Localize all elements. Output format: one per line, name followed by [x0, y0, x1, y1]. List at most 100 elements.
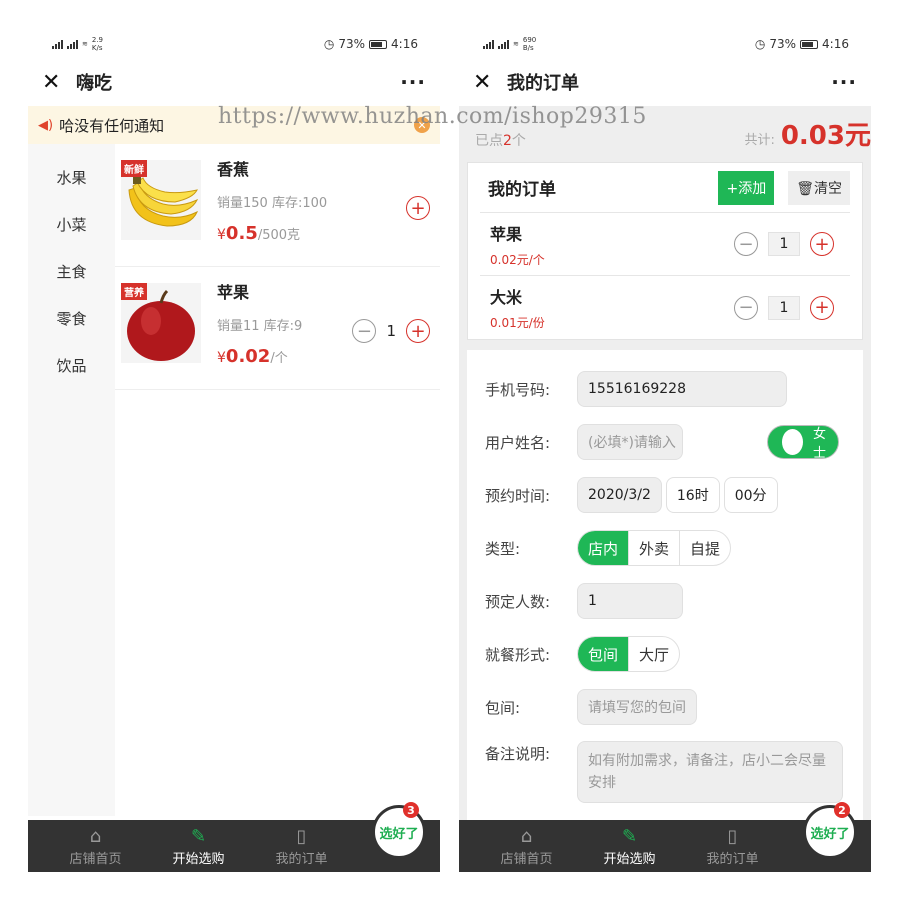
date-picker[interactable]: 2020/3/2: [577, 477, 662, 513]
goods-item-apple: 营养 苹果 销量11 库存:9 ¥0.02/个 − 1 +: [115, 267, 440, 390]
signal-icon: [52, 39, 63, 49]
quantity-input[interactable]: 1: [768, 295, 800, 320]
signal-icon: [67, 39, 78, 49]
hour-picker[interactable]: 16时: [665, 477, 720, 513]
category-item[interactable]: 主食: [28, 248, 115, 295]
goods-price: ¥0.02/个: [217, 346, 288, 367]
order-item: 苹果 0.02元/个 − 1 +: [480, 213, 850, 276]
add-button[interactable]: +添加: [718, 170, 775, 205]
notice-text: 哈没有任何通知: [59, 116, 165, 135]
close-icon[interactable]: ✕: [42, 70, 70, 95]
minus-button[interactable]: −: [734, 232, 758, 256]
cart-badge: 3: [403, 802, 419, 818]
type-option[interactable]: 外卖: [629, 531, 681, 565]
minus-button[interactable]: −: [352, 319, 377, 343]
order-card-title: 我的订单: [488, 180, 556, 200]
banana-image: 新鲜: [121, 160, 201, 240]
battery-percent: 73%: [338, 37, 366, 51]
name-field[interactable]: (必填*)请输入: [577, 424, 683, 460]
type-selector: 店内 外卖 自提: [577, 530, 732, 566]
plus-button[interactable]: +: [810, 232, 834, 256]
tab-start-shopping[interactable]: ✎ 开始选购: [147, 826, 250, 867]
clock: 4:16: [391, 37, 418, 51]
note-textarea[interactable]: 如有附加需求，请备注，店小二会尽量安排: [577, 741, 843, 803]
tab-my-orders[interactable]: ▯ 我的订单: [250, 826, 353, 867]
close-icon[interactable]: ✕: [473, 70, 501, 95]
quantity: 1: [386, 322, 396, 340]
document-icon: ▯: [296, 826, 307, 847]
cart-done-button[interactable]: 选好了 2: [803, 802, 857, 859]
time-label: 预约时间:: [485, 486, 551, 505]
trash-icon: 🗑: [796, 180, 814, 197]
wifi-icon: ≋: [82, 40, 88, 48]
wifi-icon: ≋: [513, 40, 519, 48]
dining-option[interactable]: 大厅: [629, 637, 679, 671]
home-icon: ⌂: [89, 826, 102, 847]
signal-icon: [498, 39, 509, 49]
add-button[interactable]: +: [406, 319, 430, 343]
page-title: 我的订单: [507, 73, 579, 94]
goods-price: ¥0.5/500克: [217, 223, 301, 244]
order-form: 手机号码: 15516169228 用户姓名: (必填*)请输入 女士 预约时间…: [467, 350, 863, 820]
tab-shop-home[interactable]: ⌂ 店铺首页: [475, 826, 578, 867]
clear-button[interactable]: 🗑清空: [788, 170, 850, 205]
alarm-icon: ◷: [323, 37, 335, 51]
title-bar: ✕ 我的订单 ···: [459, 58, 871, 106]
cart-badge: 2: [834, 802, 850, 818]
phone-label: 手机号码:: [485, 380, 551, 399]
type-option[interactable]: 店内: [578, 531, 630, 565]
more-menu-icon[interactable]: ···: [831, 70, 857, 94]
category-item[interactable]: 饮品: [28, 342, 115, 389]
battery-icon: [800, 39, 819, 49]
goods-stats: 销量150 库存:100: [217, 196, 328, 211]
tab-start-shopping[interactable]: ✎ 开始选购: [578, 826, 681, 867]
type-label: 类型:: [485, 539, 521, 558]
cart-done-button[interactable]: 选好了 3: [372, 802, 426, 859]
goods-list: 新鲜 香蕉 销量150 库存:100 ¥0.5/500克 + 营养 苹果 销量1…: [115, 144, 440, 816]
people-field[interactable]: 1: [577, 583, 683, 619]
title-bar: ✕ 嗨吃 ···: [28, 58, 440, 106]
dining-option[interactable]: 包间: [578, 637, 630, 671]
plus-button[interactable]: +: [810, 295, 834, 320]
edit-icon: ✎: [621, 826, 638, 847]
order-item: 大米 0.01元/份 − 1 +: [480, 276, 850, 339]
home-icon: ⌂: [520, 826, 533, 847]
battery-icon: [369, 39, 388, 49]
order-screen: ≋ 690 B/s ◷ 73% 4:16 ✕ 我的订单 ··· 已点2个 共计: 0…: [459, 30, 871, 872]
dining-selector: 包间 大厅: [577, 636, 681, 672]
name-label: 用户姓名:: [485, 433, 551, 452]
goods-name: 苹果: [217, 283, 250, 302]
order-item-name: 苹果: [490, 224, 523, 244]
quantity-input[interactable]: 1: [768, 232, 800, 256]
order-total: 共计: 0.03元: [744, 121, 871, 151]
status-bar: ≋ 2.9 K/s ◷ 73% 4:16: [28, 30, 440, 58]
type-option[interactable]: 自提: [680, 531, 730, 565]
add-button[interactable]: +: [406, 196, 430, 220]
more-menu-icon[interactable]: ···: [400, 70, 426, 94]
apple-image: 营养: [121, 283, 201, 363]
shop-screen: ≋ 2.9 K/s ◷ 73% 4:16 ✕ 嗨吃 ··· ◀) 哈没有任何通知 …: [28, 30, 440, 872]
category-item[interactable]: 水果: [28, 154, 115, 201]
tab-shop-home[interactable]: ⌂ 店铺首页: [44, 826, 147, 867]
goods-stats: 销量11 库存:9: [217, 319, 303, 334]
minute-picker[interactable]: 00分: [723, 477, 778, 513]
room-label: 包间:: [485, 698, 521, 717]
minus-button[interactable]: −: [734, 295, 758, 320]
tab-my-orders[interactable]: ▯ 我的订单: [681, 826, 784, 867]
phone-field[interactable]: 15516169228: [577, 371, 787, 407]
order-item-price: 0.02元/个: [490, 252, 545, 267]
goods-name: 香蕉: [217, 160, 250, 179]
room-field[interactable]: 请填写您的包间: [577, 689, 697, 725]
fresh-tag: 新鲜: [121, 160, 147, 177]
nutrition-tag: 营养: [121, 283, 147, 300]
signal-icons: ≋ 690 B/s: [483, 36, 536, 52]
gender-toggle[interactable]: 女士: [767, 425, 839, 461]
order-item-price: 0.01元/份: [490, 316, 545, 330]
category-item[interactable]: 小菜: [28, 201, 115, 248]
signal-icon: [483, 39, 494, 49]
dining-label: 就餐形式:: [485, 645, 551, 664]
page-title: 嗨吃: [76, 73, 112, 94]
document-icon: ▯: [727, 826, 738, 847]
goods-item-banana: 新鲜 香蕉 销量150 库存:100 ¥0.5/500克 +: [115, 144, 440, 267]
category-item[interactable]: 零食: [28, 295, 115, 342]
